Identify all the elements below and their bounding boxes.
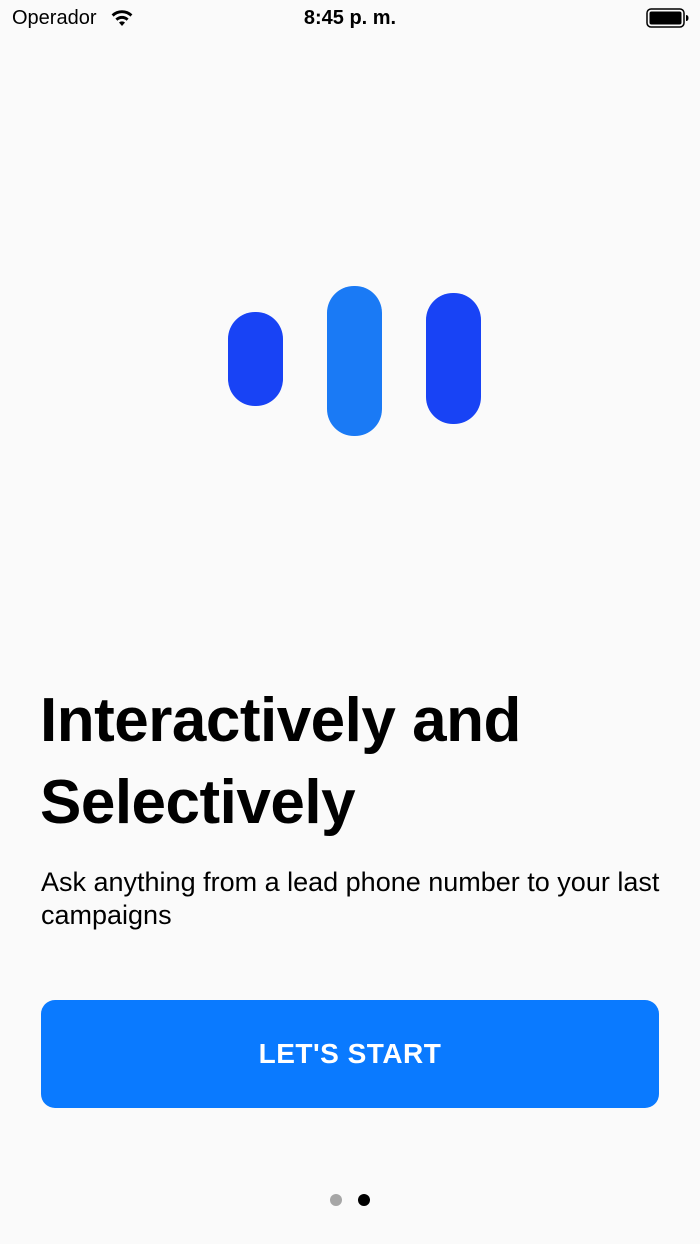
battery-full-icon — [646, 8, 689, 28]
page-dot[interactable] — [330, 1194, 342, 1206]
logo-bar-left — [228, 312, 283, 406]
status-time: 8:45 p. m. — [303, 7, 397, 29]
onboarding-title: Interactively and Selectively — [40, 686, 521, 837]
onboarding-screen: Operador 8:45 p. m. Interactively and Se… — [0, 0, 700, 1244]
page-indicator[interactable] — [0, 1194, 700, 1208]
logo-bar-middle — [327, 286, 382, 436]
lets-start-button[interactable]: LET'S START — [41, 1000, 659, 1108]
page-dot-active[interactable] — [358, 1194, 370, 1206]
logo-bar-right — [426, 293, 481, 424]
status-bar: Operador 8:45 p. m. — [0, 0, 700, 36]
onboarding-subtitle: Ask anything from a lead phone number to… — [41, 867, 660, 930]
